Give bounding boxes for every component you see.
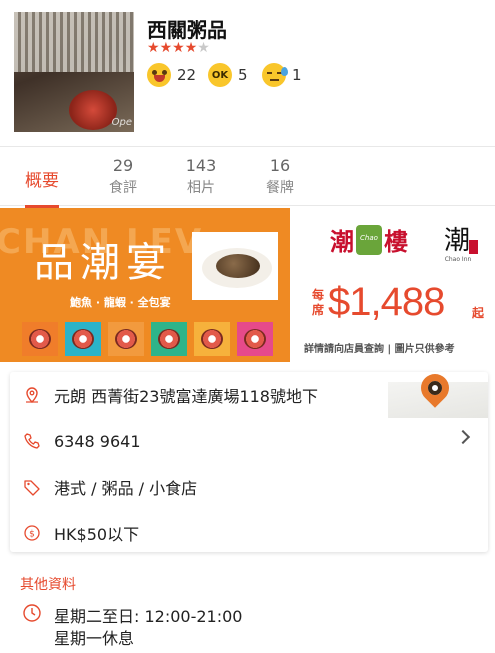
star-icon: ★: [159, 40, 173, 56]
opening-hours-line1: 星期二至日: 12:00-21:00: [54, 607, 243, 626]
brand-mark: 潮: [444, 226, 471, 256]
price-range-text: HK$50以下: [54, 525, 140, 544]
restaurant-name: 西關粥品: [147, 18, 227, 42]
restaurant-thumbnail[interactable]: Ope: [14, 12, 134, 132]
tab-photos[interactable]: 143 相片: [166, 147, 236, 207]
restaurant-header: Ope 西關粥品 ★★★★★ 22 OK 5 1: [0, 0, 495, 146]
location-pin-icon: [22, 385, 42, 405]
banner-disclaimer: 詳情請向店員查詢 | 圖片只供參考: [304, 344, 455, 355]
banner-subtitle: 鮑魚 · 龍蝦 · 全包宴: [70, 296, 171, 309]
tab-label: 餐牌: [266, 180, 294, 196]
tab-label: 相片: [187, 180, 215, 196]
tab-bar: 概要 29 食評 143 相片 16 餐牌: [0, 146, 495, 208]
food-tile: [65, 322, 101, 356]
price-value: $1,488: [328, 280, 445, 324]
phone-text: 6348 9641: [54, 431, 141, 451]
brand-char: 樓: [384, 228, 408, 256]
thumbnail-red-sign: [69, 90, 117, 130]
price-range-row: $ HK$50以下: [10, 510, 488, 556]
tab-count: 143: [185, 156, 217, 175]
tab-overview[interactable]: 概要: [7, 147, 77, 208]
brand-char: 潮: [330, 228, 354, 256]
category-row[interactable]: 港式 / 粥品 / 小食店: [10, 464, 488, 510]
sad-face-icon: [262, 63, 288, 87]
smile-face-icon: [147, 63, 171, 87]
price-lead: 每席: [312, 288, 325, 317]
star-icon: ★: [147, 40, 160, 56]
food-tile: [22, 322, 58, 356]
food-tile: [108, 322, 144, 356]
ok-face-icon: OK: [208, 63, 232, 87]
address-text: 元朗 西菁街23號富達廣場118號地下: [54, 387, 318, 406]
reaction-sad[interactable]: 1: [262, 62, 302, 88]
phone-row[interactable]: 6348 9641: [10, 418, 488, 464]
food-tile: [194, 322, 230, 356]
dollar-coin-icon: $: [22, 523, 42, 543]
empty-star-icon: ★: [197, 40, 210, 56]
food-tiles: [22, 322, 273, 356]
half-star-icon: ★: [184, 40, 198, 56]
other-info-heading: 其他資料: [20, 577, 76, 593]
banner-right-panel: 潮 樓 潮 Chao Inn 每席 $1,488 起 詳情請向店員查詢 | 圖片…: [290, 208, 495, 362]
phone-icon: [22, 431, 42, 451]
thumbnail-watermark: Ope: [111, 117, 132, 128]
tab-label: 食評: [109, 180, 137, 196]
reaction-count: 1: [292, 66, 302, 84]
abalone-shape: [216, 254, 260, 278]
price-tail: 起: [472, 306, 485, 320]
price-block: 每席 $1,488 起: [312, 280, 492, 336]
brand-sub: Chao Inn: [444, 256, 472, 263]
clock-icon: [22, 603, 42, 623]
reaction-count: 22: [177, 66, 197, 84]
opening-hours-line2: 星期一休息: [54, 629, 135, 648]
food-tile: [151, 322, 187, 356]
address-row[interactable]: 元朗 西菁街23號富達廣場118號地下: [10, 372, 488, 418]
tab-reviews[interactable]: 29 食評: [88, 147, 158, 207]
brand-logo-chao-inn: 潮 Chao Inn: [438, 220, 478, 263]
rating-stars: ★★★★★: [147, 40, 210, 56]
red-seal-icon: [469, 240, 478, 254]
tab-count: 16: [269, 156, 291, 175]
category-text: 港式 / 粥品 / 小食店: [54, 479, 198, 498]
map-thumbnail[interactable]: [388, 372, 488, 418]
reaction-ok[interactable]: OK 5: [208, 62, 248, 88]
promo-banner[interactable]: CHAN LEV 品潮宴 鮑魚 · 龍蝦 · 全包宴 潮 樓 潮 Chao In…: [0, 208, 495, 362]
tab-count: 29: [112, 156, 134, 175]
thumbnail-window-shutters: [14, 12, 134, 72]
reaction-smile[interactable]: 22: [147, 62, 196, 88]
tag-icon: [22, 477, 42, 497]
svg-text:$: $: [29, 530, 35, 540]
banner-left-panel: CHAN LEV 品潮宴 鮑魚 · 龍蝦 · 全包宴: [0, 208, 290, 362]
tear-icon: [281, 67, 288, 76]
reaction-count: 5: [238, 66, 248, 84]
leaf-logo-icon: [356, 224, 382, 255]
abalone-dish-image: [192, 232, 278, 300]
chevron-right-icon: [455, 429, 471, 445]
info-card: 元朗 西菁街23號富達廣場118號地下 6348 9641 港式 / 粥品 / …: [10, 372, 488, 552]
brand-logo-chao-lau: 潮 樓: [330, 222, 408, 257]
banner-title: 品潮宴: [34, 240, 172, 286]
tab-label: 概要: [25, 171, 59, 191]
food-tile: [237, 322, 273, 356]
tab-menu[interactable]: 16 餐牌: [245, 147, 315, 207]
star-icon: ★: [172, 40, 185, 56]
